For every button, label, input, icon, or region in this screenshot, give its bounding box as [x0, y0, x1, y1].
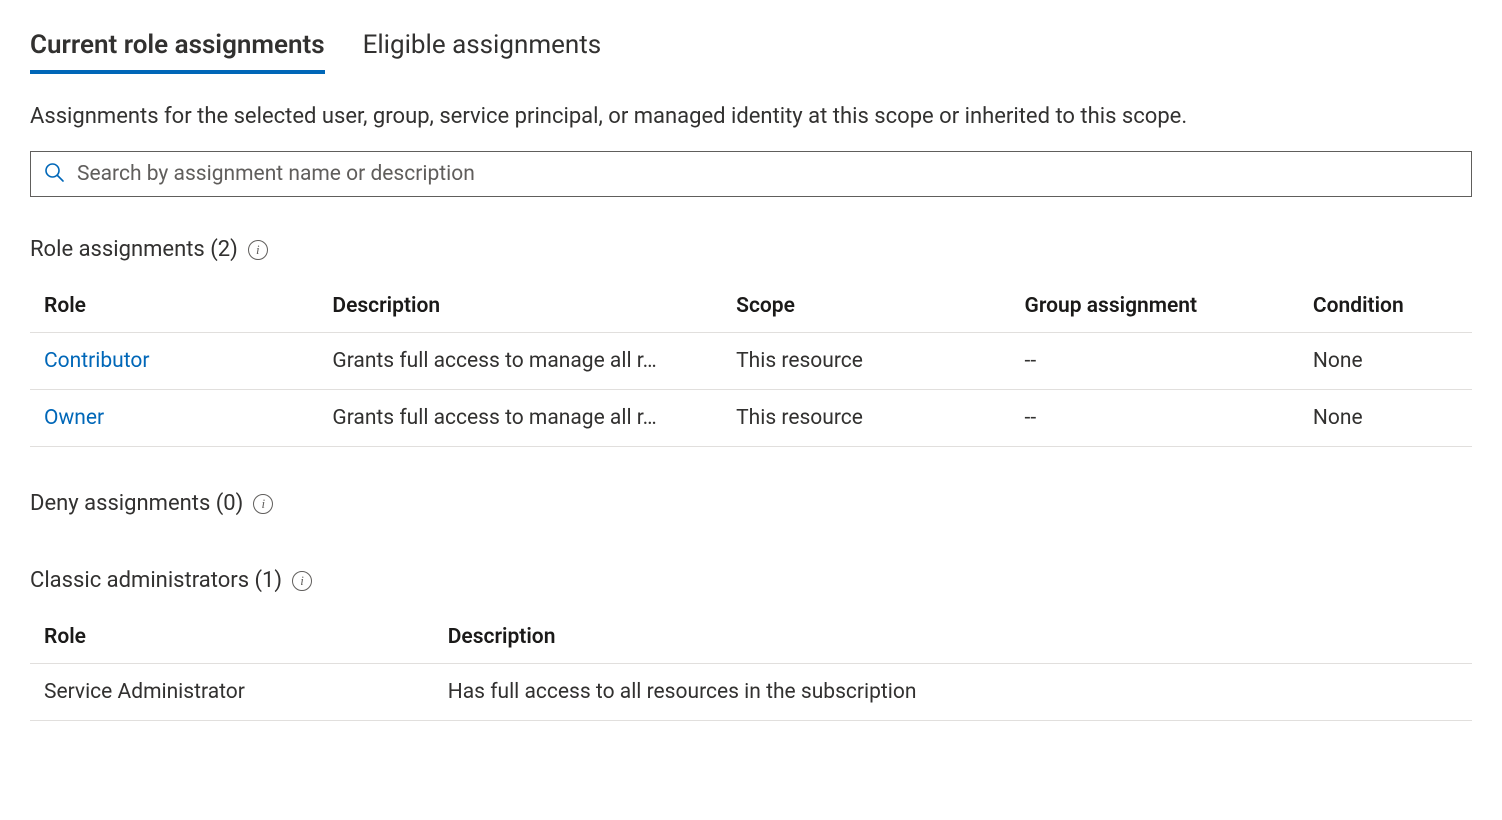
cell-scope: This resource: [722, 390, 1010, 447]
role-assignments-table: Role Description Scope Group assignment …: [30, 280, 1472, 447]
role-link[interactable]: Owner: [30, 390, 318, 447]
deny-assignments-title: Deny assignments (0): [30, 491, 243, 516]
table-header-row: Role Description Scope Group assignment …: [30, 280, 1472, 333]
table-row: Service Administrator Has full access to…: [30, 664, 1472, 721]
classic-admins-header: Classic administrators (1) i: [30, 568, 1472, 593]
search-box[interactable]: [30, 151, 1472, 197]
classic-admins-table: Role Description Service Administrator H…: [30, 611, 1472, 721]
tabs-container: Current role assignments Eligible assign…: [30, 30, 1472, 74]
cell-group: --: [1011, 390, 1299, 447]
cell-description: Has full access to all resources in the …: [434, 664, 1472, 721]
tab-current-role-assignments[interactable]: Current role assignments: [30, 30, 325, 74]
page-description: Assignments for the selected user, group…: [30, 104, 1472, 129]
cell-condition: None: [1299, 333, 1472, 390]
cell-description: Grants full access to manage all r…: [318, 333, 722, 390]
info-icon[interactable]: i: [292, 571, 312, 591]
info-icon[interactable]: i: [253, 494, 273, 514]
search-input[interactable]: [77, 162, 1459, 186]
col-role[interactable]: Role: [30, 280, 318, 333]
tab-eligible-assignments[interactable]: Eligible assignments: [363, 30, 602, 74]
role-assignments-header: Role assignments (2) i: [30, 237, 1472, 262]
role-link[interactable]: Contributor: [30, 333, 318, 390]
cell-condition: None: [1299, 390, 1472, 447]
col-description[interactable]: Description: [434, 611, 1472, 664]
info-icon[interactable]: i: [248, 240, 268, 260]
col-group-assignment[interactable]: Group assignment: [1011, 280, 1299, 333]
deny-assignments-header: Deny assignments (0) i: [30, 491, 1472, 516]
cell-group: --: [1011, 333, 1299, 390]
col-condition[interactable]: Condition: [1299, 280, 1472, 333]
cell-description: Grants full access to manage all r…: [318, 390, 722, 447]
table-row: Contributor Grants full access to manage…: [30, 333, 1472, 390]
classic-admins-title: Classic administrators (1): [30, 568, 282, 593]
search-icon: [43, 161, 77, 188]
table-row: Owner Grants full access to manage all r…: [30, 390, 1472, 447]
col-role[interactable]: Role: [30, 611, 434, 664]
table-header-row: Role Description: [30, 611, 1472, 664]
cell-scope: This resource: [722, 333, 1010, 390]
cell-role: Service Administrator: [30, 664, 434, 721]
role-assignments-title: Role assignments (2): [30, 237, 238, 262]
col-scope[interactable]: Scope: [722, 280, 1010, 333]
col-description[interactable]: Description: [318, 280, 722, 333]
